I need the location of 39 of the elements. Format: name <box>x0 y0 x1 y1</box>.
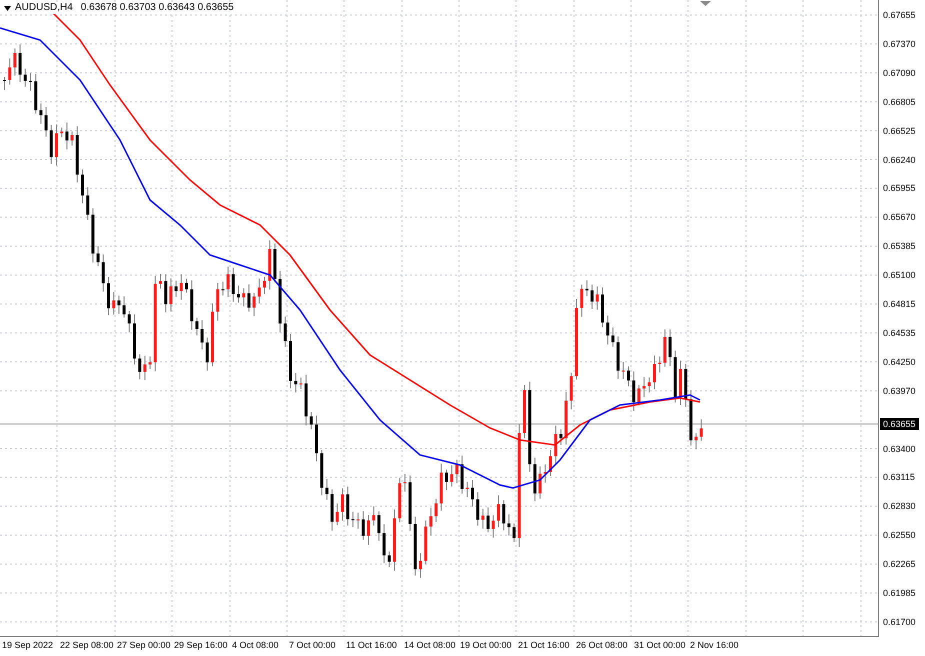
time-label: 26 Oct 08:00 <box>576 640 628 651</box>
price-label: 0.65670 <box>883 212 916 222</box>
price-label: 0.65385 <box>883 241 916 252</box>
time-label: 29 Sep 16:00 <box>174 640 228 651</box>
price-label: 0.66240 <box>883 154 916 164</box>
price-label: 0.65100 <box>883 270 916 280</box>
time-label: 11 Oct 16:00 <box>346 640 397 651</box>
time-label: 21 Oct 16:00 <box>518 640 570 651</box>
price-label: 0.65955 <box>883 183 916 194</box>
price-label: 0.64815 <box>883 299 916 309</box>
time-label: 14 Oct 08:00 <box>404 640 456 651</box>
price-label: 0.62265 <box>883 559 916 570</box>
time-label: 2 Nov 16:00 <box>690 640 739 651</box>
price-label: 0.63400 <box>883 444 916 454</box>
dropdown-icon[interactable] <box>4 6 11 10</box>
price-label: 0.66805 <box>883 96 916 107</box>
price-quotes: 0.63678 0.63703 0.63643 0.63655 <box>80 2 234 14</box>
price-label: 0.64250 <box>883 356 916 367</box>
scroll-marker-icon[interactable] <box>700 1 711 6</box>
price-label: 0.67090 <box>883 68 916 78</box>
price-label: 0.61700 <box>883 616 916 627</box>
time-label: 27 Sep 00:00 <box>117 640 171 651</box>
price-label: 0.63115 <box>883 472 915 482</box>
price-label: 0.66525 <box>883 126 916 136</box>
time-label: 19 Oct 00:00 <box>460 640 512 651</box>
time-label: 4 Oct 08:00 <box>232 640 279 651</box>
time-label: 22 Sep 08:00 <box>60 640 114 651</box>
price-label: 0.67370 <box>883 38 916 49</box>
price-label: 0.67655 <box>883 10 916 20</box>
current-price-label: 0.63655 <box>880 418 919 430</box>
price-label: 0.63970 <box>883 386 916 396</box>
chart-symbol: AUDUSD,H4 <box>15 2 73 14</box>
price-label: 0.64535 <box>883 328 916 338</box>
price-label: 0.62830 <box>883 501 916 512</box>
time-label: 31 Oct 00:00 <box>634 640 686 651</box>
price-label: 0.62550 <box>883 530 916 540</box>
time-label: 19 Sep 2022 <box>2 640 54 651</box>
price-label: 0.61985 <box>883 588 916 598</box>
time-label: 7 Oct 00:00 <box>289 640 336 651</box>
